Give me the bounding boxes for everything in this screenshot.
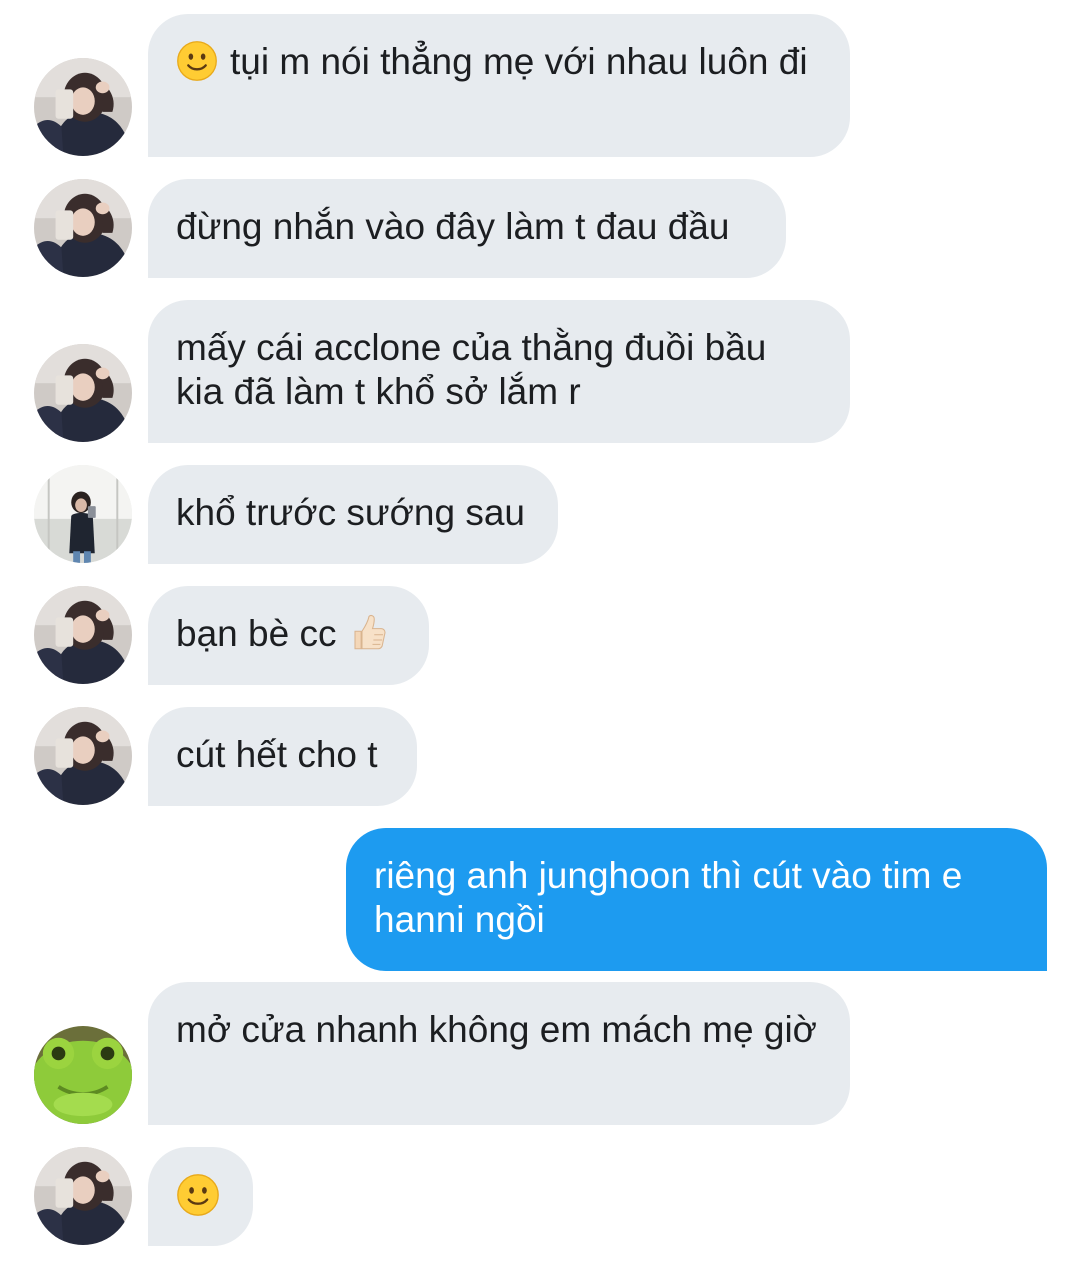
avatar-girl[interactable] [34, 58, 132, 156]
message-bubble[interactable] [148, 1147, 253, 1246]
message-text: mấy cái acclone của thằng đuồi bầu kia đ… [176, 327, 777, 412]
avatar-girl[interactable] [34, 707, 132, 805]
message-text: riêng anh junghoon thì cút vào tim e han… [374, 855, 973, 940]
message-bubble[interactable]: mấy cái acclone của thằng đuồi bầu kia đ… [148, 300, 850, 443]
thumbs-up-icon [348, 612, 390, 654]
message-text: mở cửa nhanh không em mách mẹ giờ [176, 1009, 817, 1050]
message-bubble[interactable]: mở cửa nhanh không em mách mẹ giờ [148, 982, 850, 1125]
message-bubble[interactable]: khổ trước sướng sau [148, 465, 558, 564]
slightly-smiling-face-icon [176, 40, 218, 82]
message-bubble[interactable]: cút hết cho t [148, 707, 417, 806]
message-text: khổ trước sướng sau [176, 492, 525, 533]
avatar-mirror-selfie[interactable] [34, 465, 132, 563]
message-text: tụi m nói thẳng mẹ với nhau luôn đi [230, 41, 808, 82]
message-text: đừng nhắn vào đây làm t đau đầu [176, 206, 730, 247]
message-bubble[interactable]: đừng nhắn vào đây làm t đau đầu [148, 179, 786, 278]
avatar-girl[interactable] [34, 1147, 132, 1245]
message-text: bạn bè cc [176, 613, 337, 654]
avatar-frog[interactable] [34, 1026, 132, 1124]
avatar-girl[interactable] [34, 344, 132, 442]
message-bubble[interactable]: tụi m nói thẳng mẹ với nhau luôn đi [148, 14, 850, 157]
message-bubble-outgoing[interactable]: riêng anh junghoon thì cút vào tim e han… [346, 828, 1047, 971]
slightly-smiling-face-icon [176, 1173, 220, 1217]
avatar-girl[interactable] [34, 179, 132, 277]
avatar-girl[interactable] [34, 586, 132, 684]
message-bubble[interactable]: bạn bè cc [148, 586, 429, 685]
message-text: cút hết cho t [176, 734, 378, 775]
